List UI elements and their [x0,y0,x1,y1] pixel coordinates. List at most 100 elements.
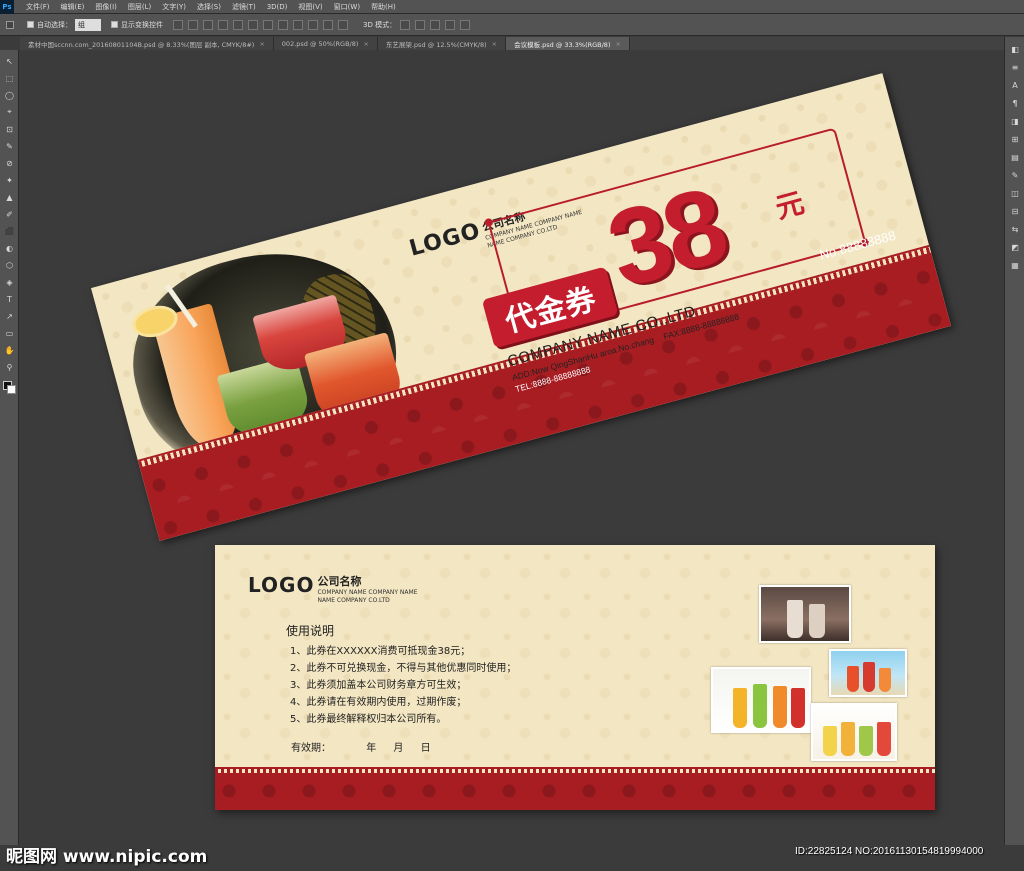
marquee-tool-icon[interactable]: ⬚ [3,72,16,84]
company-logo-block: LOGO 公司名称 COMPANY NAME COMPANY NAME NAME… [248,573,417,605]
background-color-swatch[interactable] [7,385,16,394]
align-left-icon[interactable] [218,19,228,30]
menu-image[interactable]: 图像(I) [95,2,117,12]
slide-3d-icon[interactable] [445,19,456,30]
tab-document-3[interactable]: 东艺展架.psd @ 12.5%(CMYK/8) × [378,37,507,50]
collapsed-panels: ◧ ≡ A ¶ ◨ ⊞ ▤ ✎ ◫ ⊟ ⇆ ◩ ▦ [1004,37,1024,845]
close-icon[interactable]: × [363,40,368,48]
menu-file[interactable]: 文件(F) [26,2,50,12]
mode-3d-option: 3D 模式： [363,19,475,30]
milkshake-photo [759,585,851,643]
paths-panel-icon[interactable]: ⊟ [1009,205,1021,217]
menu-bar: Ps 文件(F) 编辑(E) 图像(I) 图层(L) 文字(Y) 选择(S) 滤… [0,0,1024,14]
path-select-tool-icon[interactable]: ↗ [3,310,16,322]
move-icon [6,20,14,29]
move-tool-icon[interactable]: ↖ [3,55,16,67]
auto-select-label: 自动选择： [37,20,72,29]
options-bar: 自动选择： 组 显示变换控件 3D 模式： [0,14,1024,36]
menu-type[interactable]: 文字(Y) [162,2,186,12]
adjustments-panel-icon[interactable]: ◨ [1009,115,1021,127]
usage-rules: 1、此券在XXXXXX消费可抵现金38元； 2、此券不可兑换现金，不得与其他优惠… [290,643,516,728]
distribute-center-icon[interactable] [323,19,333,30]
channels-panel-icon[interactable]: ▤ [1009,151,1021,163]
auto-select-dropdown[interactable]: 组 [75,18,101,31]
tab-document-2[interactable]: 002.psd @ 50%(RGB/8) × [274,37,378,50]
quick-select-tool-icon[interactable]: ⌖ [3,106,16,118]
shape-tool-icon[interactable]: ▭ [3,327,16,339]
eyedropper-tool-icon[interactable]: ✎ [3,140,16,152]
menu-3d[interactable]: 3D(D) [267,3,288,11]
align-right-icon[interactable] [248,19,258,30]
brush-panel-icon[interactable]: ✎ [1009,169,1021,181]
cup [823,726,837,756]
distribute-right-icon[interactable] [338,19,348,30]
healing-brush-tool-icon[interactable]: ⊘ [3,157,16,169]
close-icon[interactable]: × [492,40,497,48]
show-transform-option[interactable]: 显示变换控件 [111,20,163,30]
align-center-icon[interactable] [233,19,243,30]
close-icon[interactable]: × [259,40,264,48]
type-tool-icon[interactable]: T [3,293,16,305]
distribute-bottom-icon[interactable] [293,19,303,30]
blur-tool-icon[interactable]: ⬡ [3,259,16,271]
eraser-tool-icon[interactable]: ⬛ [3,225,16,237]
menu-edit[interactable]: 编辑(E) [61,2,85,12]
menu-view[interactable]: 视图(V) [298,2,322,12]
paragraph-panel-icon[interactable]: ¶ [1009,97,1021,109]
rule-item: 4、此券请在有效期内使用，过期作废； [290,697,467,708]
distribute-top-icon[interactable] [263,19,273,30]
distribute-left-icon[interactable] [308,19,318,30]
rule-item: 5、此券最终解释权归本公司所有。 [290,714,447,725]
lasso-tool-icon[interactable]: ◯ [3,89,16,101]
document-tabs: 素材中国sccnn.com_20160801104B.psd @ 8.33%(图… [20,37,1004,50]
close-icon[interactable]: × [615,40,620,48]
rotate-3d-icon[interactable] [400,19,411,30]
scale-3d-icon[interactable] [460,19,471,30]
menu-window[interactable]: 窗口(W) [334,2,360,12]
align-top-icon[interactable] [173,19,183,30]
instructions-title: 使用说明 [286,624,335,638]
rule-item: 3、此券须加盖本公司财务章方可生效； [290,680,467,691]
auto-select-option[interactable]: 自动选择： 组 [27,18,101,31]
drag-3d-icon[interactable] [430,19,441,30]
cup [877,722,891,756]
menu-layer[interactable]: 图层(L) [128,2,151,12]
styles-panel-icon[interactable]: ◫ [1009,187,1021,199]
cup [787,600,803,638]
swatches-panel-icon[interactable]: ⊞ [1009,133,1021,145]
character-panel-icon[interactable]: A [1009,79,1021,91]
menu-filter[interactable]: 滤镜(T) [232,2,256,12]
dodge-tool-icon[interactable]: ◈ [3,276,16,288]
gradient-tool-icon[interactable]: ◐ [3,242,16,254]
tab-document-4[interactable]: 会议模板.psd @ 33.3%(RGB/8) × [506,37,630,50]
zoom-tool-icon[interactable]: ⚲ [3,361,16,373]
tab-document-1[interactable]: 素材中国sccnn.com_20160801104B.psd @ 8.33%(图… [20,37,274,50]
align-buttons [173,19,353,30]
menu-select[interactable]: 选择(S) [197,2,221,12]
navigator-panel-icon[interactable]: ◩ [1009,241,1021,253]
history-brush-tool-icon[interactable]: ✐ [3,208,16,220]
move-tool-preset[interactable] [6,20,17,29]
brush-tool-icon[interactable]: ✦ [3,174,16,186]
layers-panel-icon[interactable]: ◧ [1009,43,1021,55]
roll-3d-icon[interactable] [415,19,426,30]
crop-tool-icon[interactable]: ⊡ [3,123,16,135]
red-pattern-band [215,773,935,810]
color-swatches[interactable] [3,381,16,394]
cup [859,726,873,756]
validity-year: 年 [366,743,377,754]
cup [809,604,825,638]
distribute-middle-icon[interactable] [278,19,288,30]
menu-help[interactable]: 帮助(H) [371,2,396,12]
info-panel-icon[interactable]: ▦ [1009,259,1021,271]
beach-juice-photo [829,649,907,697]
properties-panel-icon[interactable]: ≡ [1009,61,1021,73]
auto-select-checkbox[interactable] [27,21,34,28]
hand-tool-icon[interactable]: ✋ [3,344,16,356]
cup [879,668,891,692]
clone-stamp-tool-icon[interactable]: ▲ [3,191,16,203]
align-bottom-icon[interactable] [203,19,213,30]
history-panel-icon[interactable]: ⇆ [1009,223,1021,235]
show-transform-checkbox[interactable] [111,21,118,28]
align-middle-icon[interactable] [188,19,198,30]
